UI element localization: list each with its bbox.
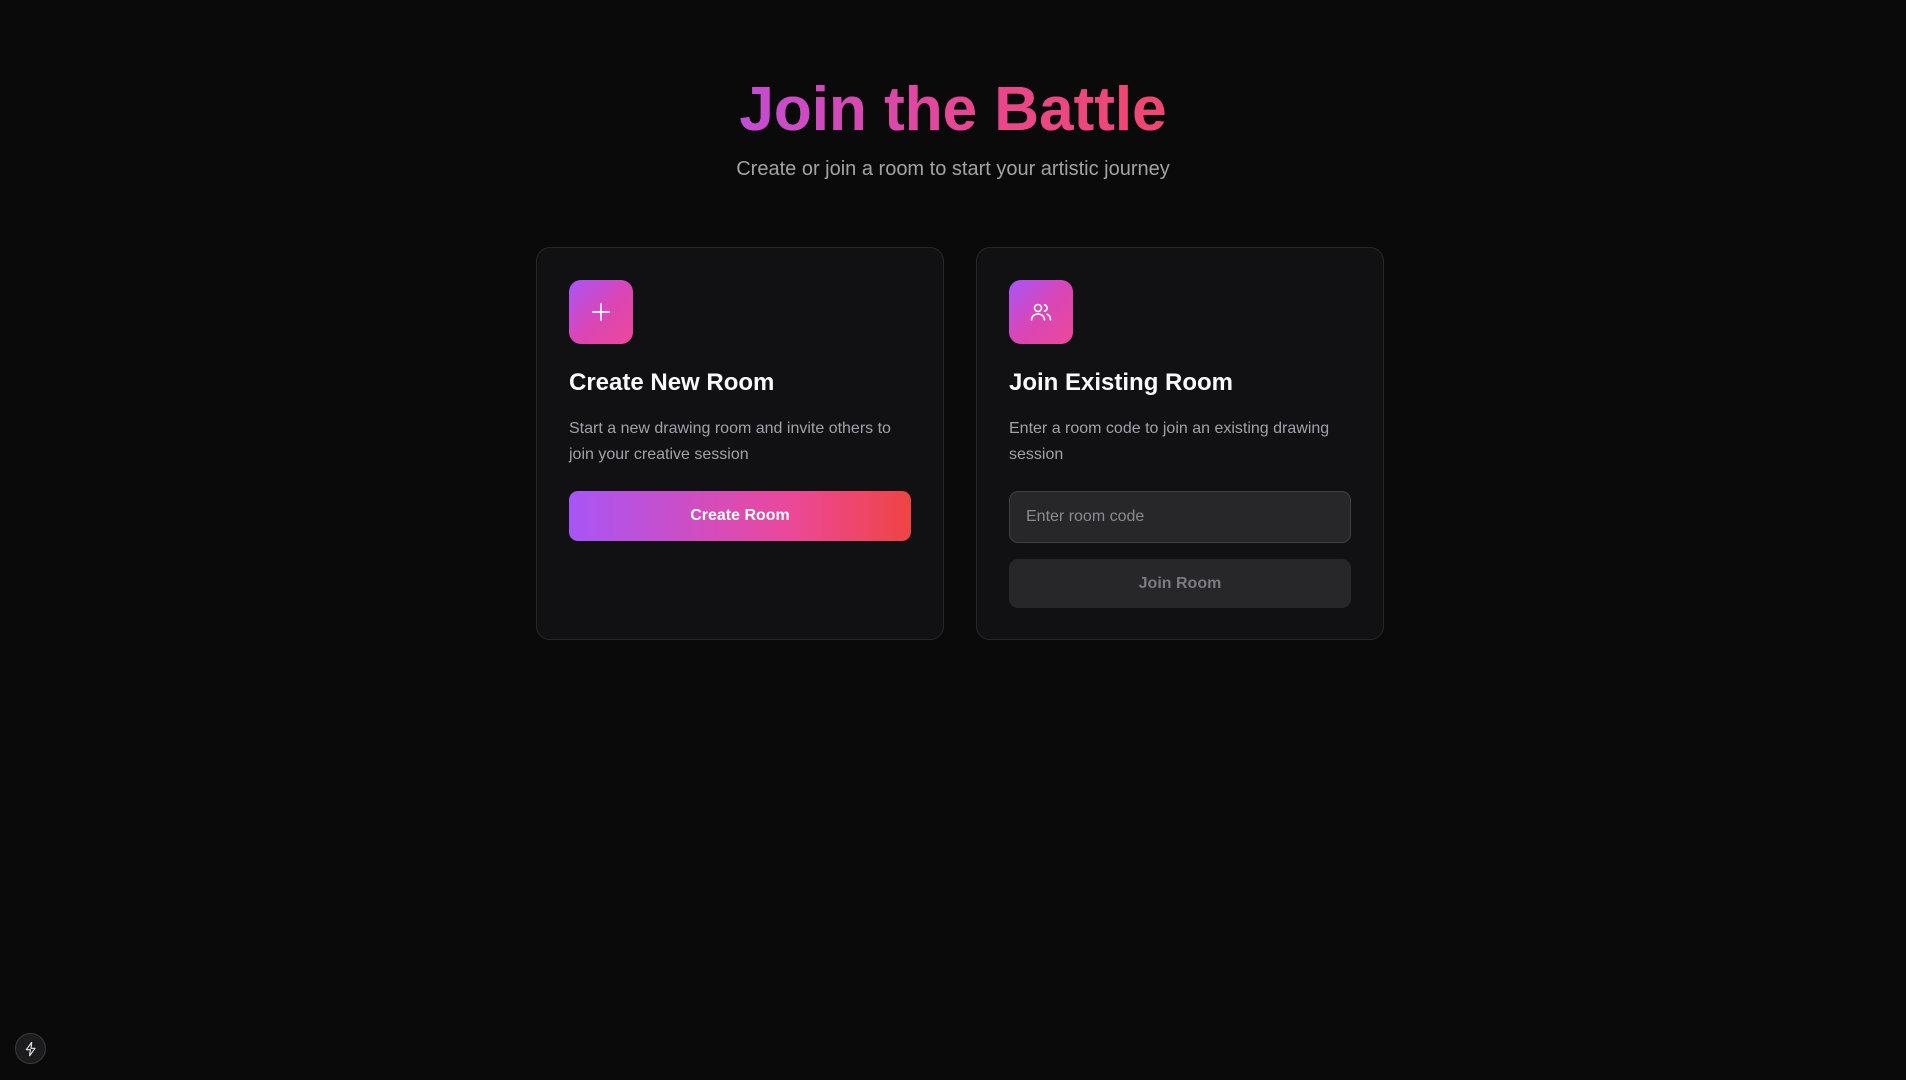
plus-icon [569, 280, 633, 344]
bolt-icon[interactable] [15, 1033, 46, 1064]
page-subtitle: Create or join a room to start your arti… [736, 158, 1170, 180]
join-room-button[interactable]: Join Room [1009, 559, 1351, 608]
create-room-description: Start a new drawing room and invite othe… [569, 420, 891, 463]
create-room-button[interactable]: Create Room [569, 491, 911, 541]
create-room-title: Create New Room [569, 369, 775, 396]
join-room-card: Join Existing Room Enter a room code to … [976, 247, 1384, 640]
join-room-description: Enter a room code to join an existing dr… [1009, 420, 1330, 463]
create-room-card: Create New Room Start a new drawing room… [536, 247, 944, 640]
page: Join the Battle Create or join a room to… [0, 0, 1906, 1080]
room-code-input[interactable] [1009, 491, 1351, 543]
users-icon [1009, 280, 1073, 344]
join-room-title: Join Existing Room [1009, 369, 1234, 396]
page-title: Join the Battle [0, 72, 1906, 148]
